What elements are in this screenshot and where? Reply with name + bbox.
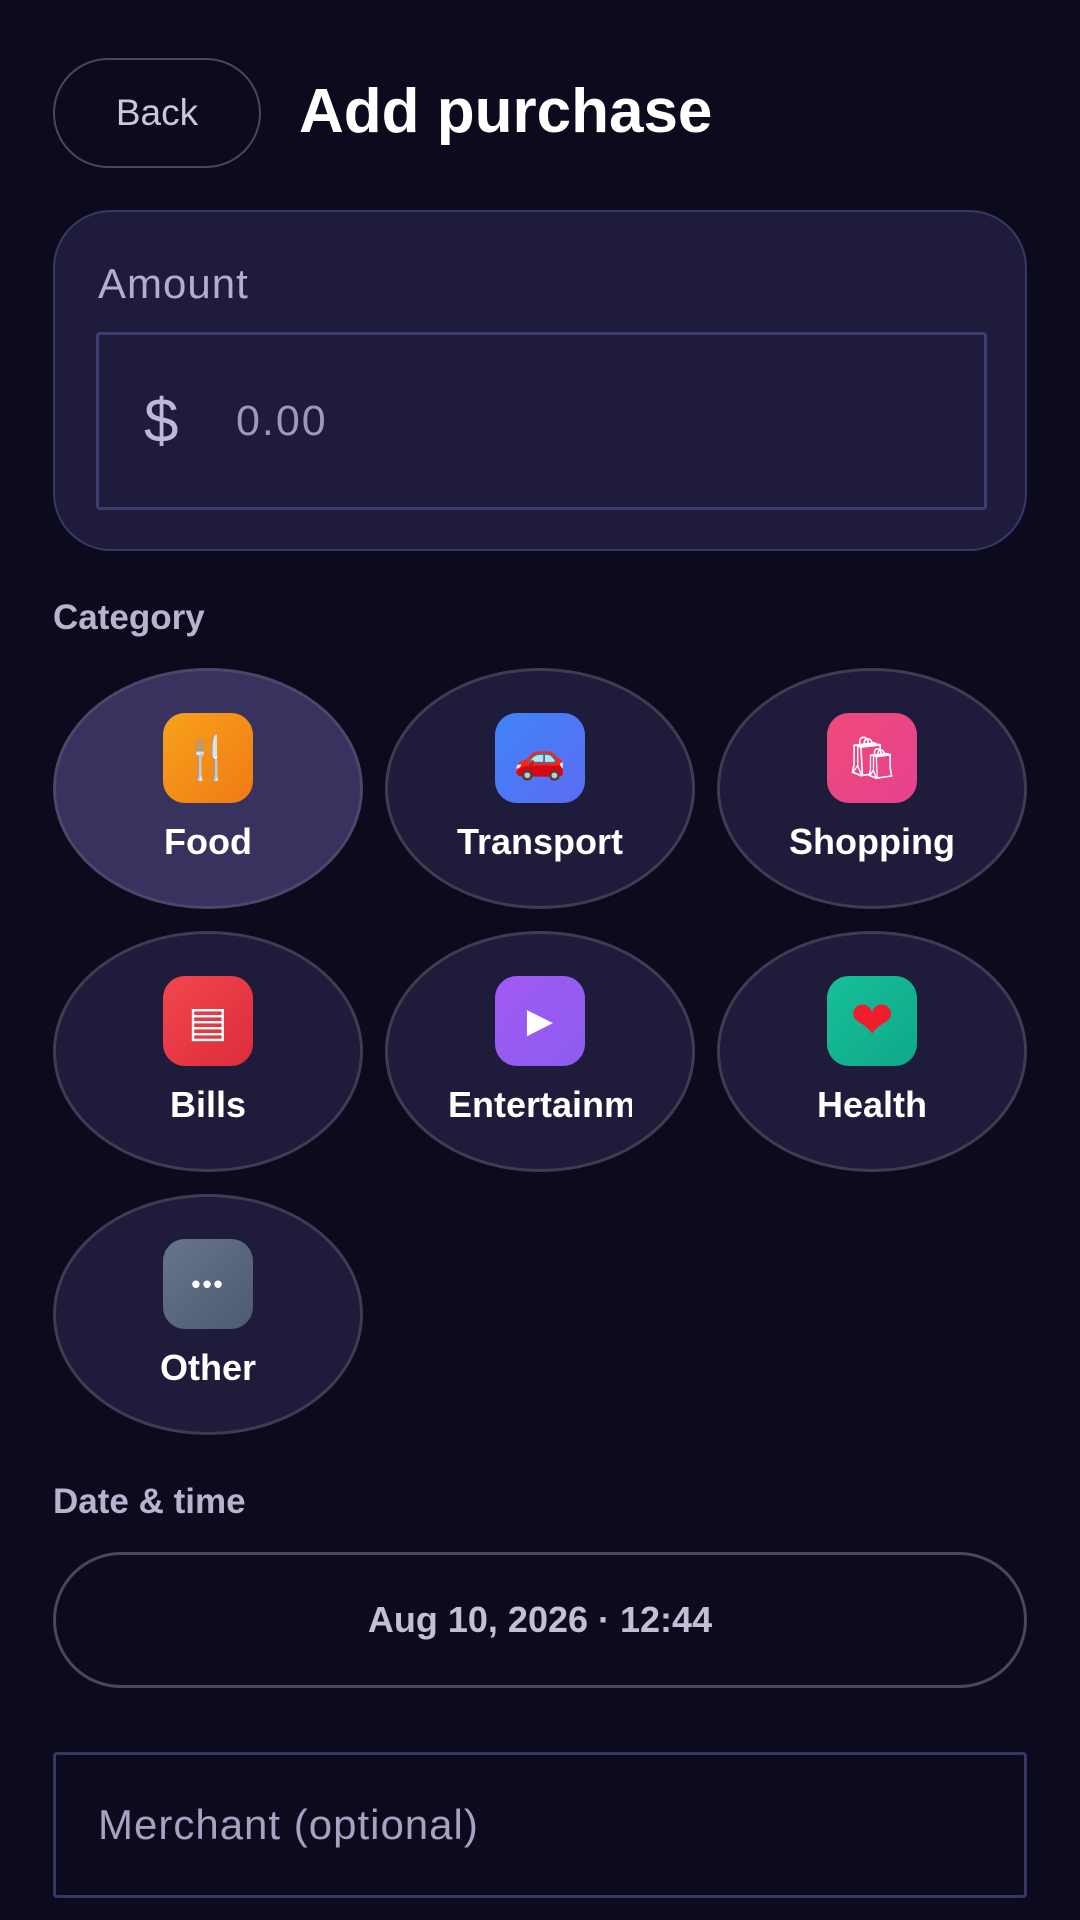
- amount-card: Amount $ 0.00: [53, 210, 1027, 551]
- category-other[interactable]: ••• Other: [53, 1194, 363, 1435]
- amount-input[interactable]: $ 0.00: [96, 332, 987, 510]
- category-label-health: Health: [816, 1084, 928, 1125]
- category-label: Category: [53, 598, 205, 637]
- amount-label: Amount: [98, 260, 249, 307]
- category-label-bills: Bills: [169, 1084, 247, 1125]
- datetime-picker-button[interactable]: Aug 10, 2026 · 12:44: [53, 1552, 1027, 1688]
- merchant-field[interactable]: Merchant (optional): [53, 1752, 1027, 1898]
- more-dots-icon: •••: [163, 1239, 253, 1329]
- datetime-label: Date & time: [53, 1482, 246, 1521]
- category-label-entertainment: Entertainment: [448, 1084, 632, 1125]
- category-label-food: Food: [164, 821, 252, 862]
- category-food[interactable]: 🍴 Food: [53, 668, 363, 909]
- fork-knife-icon: 🍴: [163, 713, 253, 803]
- merchant-placeholder: Merchant (optional): [98, 1801, 479, 1848]
- category-transport[interactable]: 🚗 Transport: [385, 668, 695, 909]
- receipt-icon: ▤: [163, 976, 253, 1066]
- shopping-bags-icon: 🛍: [827, 713, 917, 803]
- play-icon: ▶: [495, 976, 585, 1066]
- category-health[interactable]: ❤ Health: [717, 931, 1027, 1172]
- car-icon: 🚗: [495, 713, 585, 803]
- category-bills[interactable]: ▤ Bills: [53, 931, 363, 1172]
- category-shopping[interactable]: 🛍 Shopping: [717, 668, 1027, 909]
- back-button[interactable]: Back: [53, 58, 261, 168]
- category-label-other: Other: [159, 1347, 256, 1388]
- add-purchase-screen: Back Add purchase Amount $ 0.00 Category…: [0, 0, 1080, 1920]
- category-label-transport: Transport: [456, 821, 624, 862]
- category-label-shopping: Shopping: [789, 821, 955, 862]
- page-title: Add purchase: [299, 77, 713, 146]
- amount-placeholder: 0.00: [236, 396, 328, 445]
- heart-icon: ❤: [827, 976, 917, 1066]
- category-entertainment[interactable]: ▶ Entertainment: [385, 931, 695, 1172]
- currency-symbol: $: [144, 386, 179, 456]
